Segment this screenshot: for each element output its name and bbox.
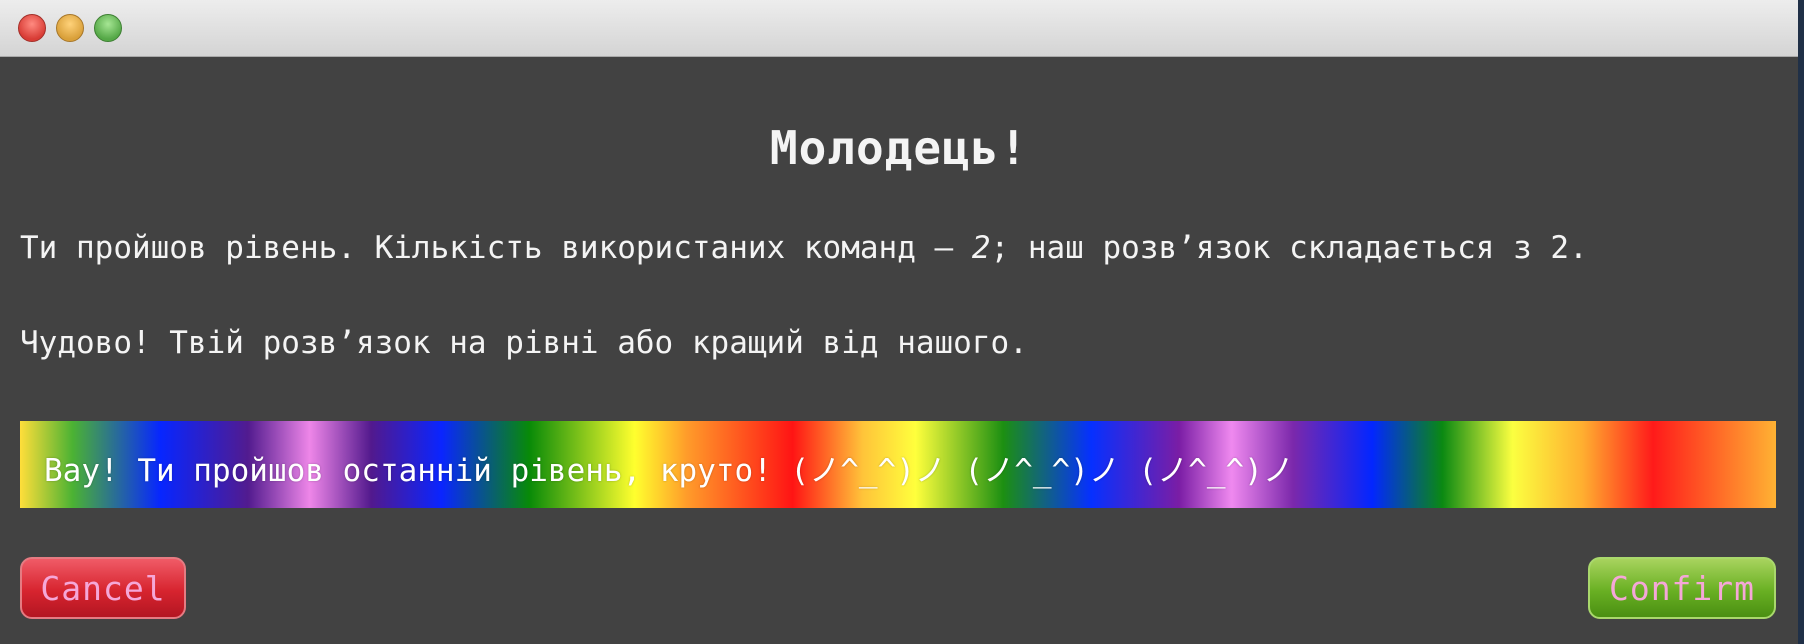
minimize-window-icon[interactable] [56, 14, 84, 42]
dialog-window: Молодець! Ти пройшов рівень. Кількість в… [0, 0, 1798, 644]
dialog-title: Молодець! [769, 121, 1029, 175]
cancel-button[interactable]: Cancel [20, 557, 186, 619]
close-window-icon[interactable] [18, 14, 46, 42]
zoom-window-icon[interactable] [94, 14, 122, 42]
dialog-content: Молодець! Ти пройшов рівень. Кількість в… [0, 57, 1798, 644]
title-bar[interactable] [0, 0, 1798, 57]
result-suffix: ; наш розв’язок складається з 2. [990, 230, 1588, 266]
praise-message: Чудово! Твій розв’язок на рівні або кращ… [20, 325, 1028, 361]
confirm-button[interactable]: Confirm [1588, 557, 1776, 619]
result-prefix: Ти пройшов рівень. Кількість використани… [20, 230, 972, 266]
background-edge [1798, 0, 1804, 644]
final-level-message: Вау! Ти пройшов останній рівень, круто! … [44, 453, 1294, 489]
rainbow-banner: Вау! Ти пройшов останній рівень, круто! … [20, 421, 1776, 508]
result-message: Ти пройшов рівень. Кількість використани… [20, 230, 1588, 266]
used-commands-count: 2 [971, 230, 991, 266]
